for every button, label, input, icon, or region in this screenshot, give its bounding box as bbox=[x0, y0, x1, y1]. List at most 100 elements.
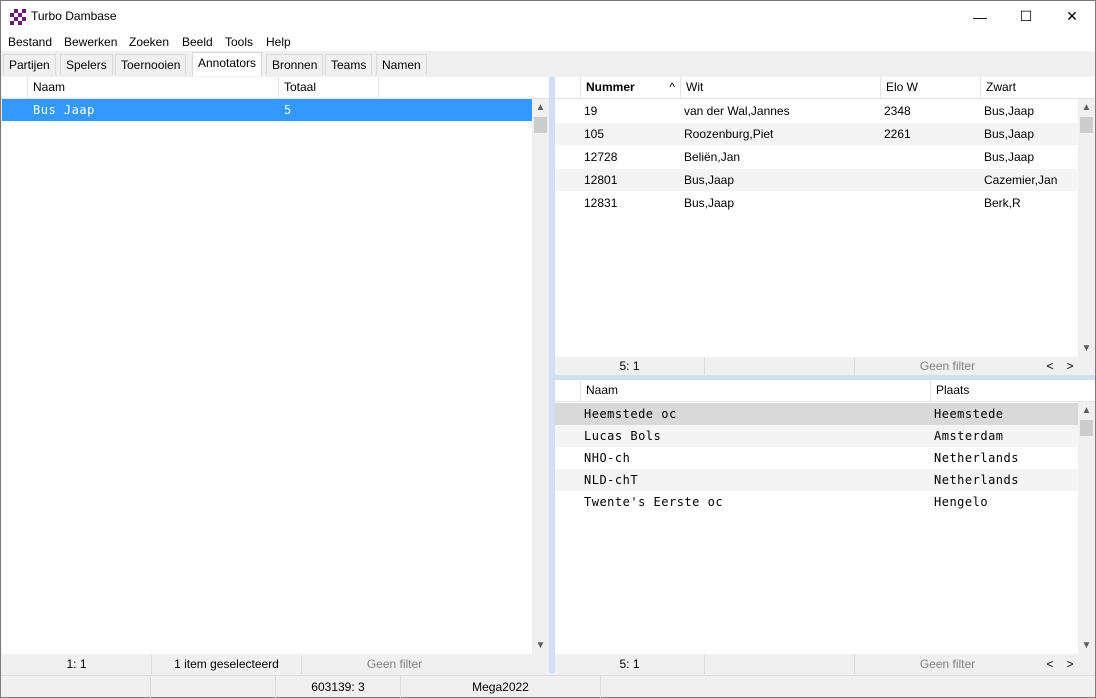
cell-plaats: Heemstede bbox=[934, 407, 1004, 421]
status-filter: Geen filter bbox=[919, 359, 976, 373]
annotators-status-bar: 1: 1 1 item geselecteerd Geen filter bbox=[2, 655, 549, 674]
scroll-down-icon[interactable]: ▼ bbox=[532, 637, 549, 654]
cell-wit: Beliën,Jan bbox=[684, 150, 741, 164]
prev-page-icon[interactable]: < bbox=[1040, 357, 1060, 376]
cell-wit: van der Wal,Jannes bbox=[684, 104, 790, 118]
header-naam[interactable]: Naam bbox=[28, 77, 279, 99]
header-nummer-label: Nummer bbox=[586, 80, 635, 94]
cell-wit: Roozenburg,Piet bbox=[684, 127, 774, 141]
status-filter: Geen filter bbox=[919, 657, 976, 671]
list-item[interactable]: Lucas Bols Amsterdam bbox=[555, 425, 1078, 447]
status-selected: 1 item geselecteerd bbox=[152, 655, 302, 674]
header-spacer bbox=[555, 380, 581, 402]
cell-naam: Lucas Bols bbox=[584, 429, 662, 443]
games-scrollbar[interactable]: ▲ ▼ bbox=[1078, 99, 1095, 357]
events-status-bar: 5: 1 Geen filter < > bbox=[555, 655, 1095, 674]
tab-teams[interactable]: Teams bbox=[325, 54, 373, 75]
tab-strip: Partijen Spelers Toernooien Annotators B… bbox=[1, 52, 1095, 76]
cell-naam: NLD-chT bbox=[584, 473, 639, 487]
table-row[interactable]: 19 van der Wal,Jannes 2348 Bus,Jaap bbox=[555, 100, 1078, 122]
menu-bewerken[interactable]: Bewerken bbox=[64, 35, 117, 49]
scroll-thumb[interactable] bbox=[1080, 420, 1093, 436]
status-empty bbox=[151, 676, 276, 698]
menu-tools[interactable]: Tools bbox=[225, 35, 253, 49]
scroll-thumb[interactable] bbox=[1080, 117, 1093, 133]
tab-annotators[interactable]: Annotators bbox=[192, 52, 263, 76]
menu-bestand[interactable]: Bestand bbox=[8, 35, 52, 49]
cell-nummer: 105 bbox=[584, 127, 605, 141]
tab-spelers[interactable]: Spelers bbox=[60, 54, 113, 75]
cell-nummer: 12801 bbox=[584, 173, 618, 187]
events-scrollbar[interactable]: ▲ ▼ bbox=[1078, 402, 1095, 654]
close-button[interactable]: ✕ bbox=[1049, 1, 1095, 32]
events-list: Naam Plaats Heemstede oc Heemstede Lucas… bbox=[555, 380, 1095, 654]
tab-namen[interactable]: Namen bbox=[376, 54, 427, 75]
cell-zwart: Bus,Jaap bbox=[984, 127, 1035, 141]
header-spacer bbox=[555, 77, 581, 99]
cell-zwart: Cazemier,Jan bbox=[984, 173, 1058, 187]
tab-bronnen[interactable]: Bronnen bbox=[266, 54, 324, 75]
cell-plaats: Amsterdam bbox=[934, 429, 1004, 443]
cell-nummer: 19 bbox=[584, 104, 598, 118]
header-nummer[interactable]: Nummer ^ bbox=[581, 77, 681, 99]
header-naam[interactable]: Naam bbox=[581, 380, 931, 402]
cell-elo: 2261 bbox=[884, 127, 911, 141]
cell-wit: Bus,Jaap bbox=[684, 173, 735, 187]
list-item[interactable]: NHO-ch Netherlands bbox=[555, 447, 1078, 469]
maximize-button[interactable]: ☐ bbox=[1003, 1, 1049, 32]
scroll-down-icon[interactable]: ▼ bbox=[1078, 340, 1095, 357]
table-row[interactable]: Bus Jaap 5 bbox=[2, 99, 532, 121]
cell-wit: Bus,Jaap bbox=[684, 196, 735, 210]
tab-toernooien[interactable]: Toernooien bbox=[115, 54, 187, 75]
list-item[interactable]: Twente's Eerste oc Hengelo bbox=[555, 491, 1078, 513]
menu-beeld[interactable]: Beeld bbox=[182, 35, 213, 49]
cell-nummer: 12831 bbox=[584, 196, 618, 210]
minimize-button[interactable]: — bbox=[957, 1, 1003, 32]
prev-page-icon[interactable]: < bbox=[1040, 655, 1060, 674]
cell-zwart: Bus,Jaap bbox=[984, 150, 1035, 164]
annotators-scrollbar[interactable]: ▲ ▼ bbox=[532, 99, 549, 654]
cell-zwart: Berk,R bbox=[984, 196, 1021, 210]
status-record-count: 603139: 3 bbox=[276, 676, 401, 698]
cell-naam: Heemstede oc bbox=[584, 407, 677, 421]
next-page-icon[interactable]: > bbox=[1060, 655, 1080, 674]
annotators-header: Naam Totaal bbox=[2, 77, 549, 99]
row-totaal: 5 bbox=[284, 103, 292, 117]
list-item[interactable]: Heemstede oc Heemstede bbox=[555, 403, 1078, 425]
scroll-up-icon[interactable]: ▲ bbox=[1078, 99, 1095, 116]
table-row[interactable]: 12831 Bus,Jaap Berk,R bbox=[555, 192, 1078, 214]
tab-partijen[interactable]: Partijen bbox=[3, 54, 56, 75]
app-status-bar: 603139: 3 Mega2022 bbox=[1, 675, 1095, 698]
window-title: Turbo Dambase bbox=[31, 9, 117, 23]
status-database: Mega2022 bbox=[401, 676, 601, 698]
events-header: Naam Plaats bbox=[555, 380, 1095, 402]
scroll-down-icon[interactable]: ▼ bbox=[1078, 637, 1095, 654]
table-row[interactable]: 105 Roozenburg,Piet 2261 Bus,Jaap bbox=[555, 123, 1078, 145]
cell-plaats: Netherlands bbox=[934, 451, 1019, 465]
table-row[interactable]: 12801 Bus,Jaap Cazemier,Jan bbox=[555, 169, 1078, 191]
scroll-up-icon[interactable]: ▲ bbox=[532, 99, 549, 116]
status-empty bbox=[1, 676, 151, 698]
status-position: 5: 1 bbox=[555, 357, 705, 376]
header-plaats[interactable]: Plaats bbox=[931, 380, 1095, 402]
menu-help[interactable]: Help bbox=[266, 35, 291, 49]
next-page-icon[interactable]: > bbox=[1060, 357, 1080, 376]
header-totaal[interactable]: Totaal bbox=[279, 77, 379, 99]
list-item[interactable]: NLD-chT Netherlands bbox=[555, 469, 1078, 491]
header-spacer bbox=[2, 77, 28, 99]
header-elo-w[interactable]: Elo W bbox=[881, 77, 981, 99]
status-position: 5: 1 bbox=[555, 655, 705, 674]
table-row[interactable]: 12728 Beliën,Jan Bus,Jaap bbox=[555, 146, 1078, 168]
scroll-up-icon[interactable]: ▲ bbox=[1078, 402, 1095, 419]
header-wit[interactable]: Wit bbox=[681, 77, 881, 99]
header-zwart[interactable]: Zwart bbox=[981, 77, 1095, 99]
cell-naam: NHO-ch bbox=[584, 451, 631, 465]
app-logo-icon bbox=[10, 9, 26, 25]
annotators-list: Naam Totaal Bus Jaap 5 ▲ ▼ bbox=[2, 77, 549, 654]
cell-plaats: Netherlands bbox=[934, 473, 1019, 487]
cell-naam: Twente's Eerste oc bbox=[584, 495, 724, 509]
menu-zoeken[interactable]: Zoeken bbox=[129, 35, 169, 49]
row-naam: Bus Jaap bbox=[33, 103, 95, 117]
games-status-bar: 5: 1 Geen filter < > bbox=[555, 357, 1095, 376]
scroll-thumb[interactable] bbox=[534, 117, 547, 133]
